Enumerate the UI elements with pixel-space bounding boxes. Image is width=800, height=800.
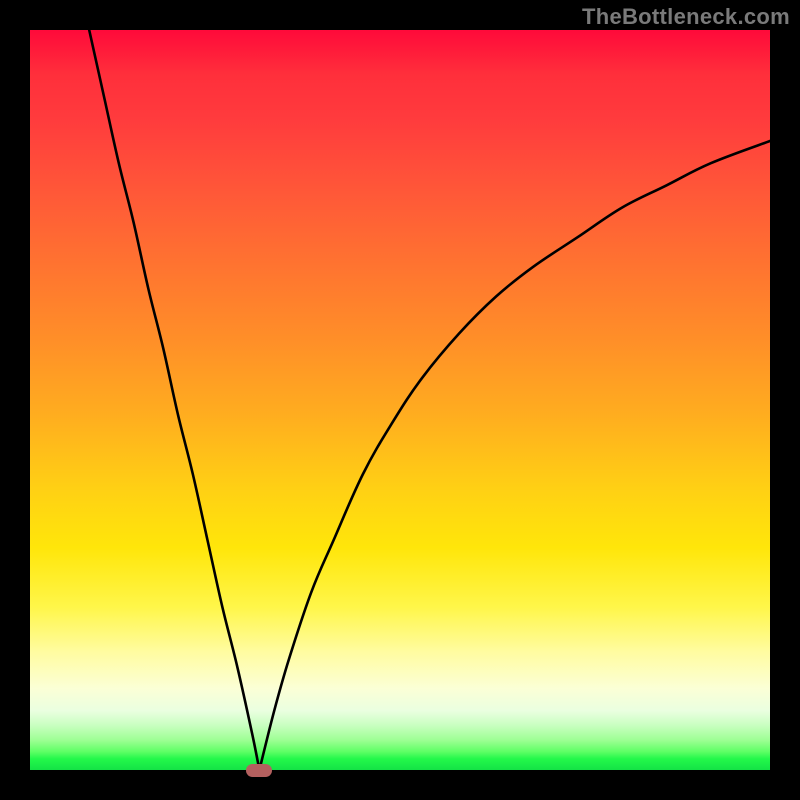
watermark-text: TheBottleneck.com <box>582 4 790 30</box>
minimum-marker <box>246 764 272 777</box>
chart-plot-area <box>30 30 770 770</box>
chart-frame: TheBottleneck.com <box>0 0 800 800</box>
bottleneck-curve <box>30 30 770 770</box>
